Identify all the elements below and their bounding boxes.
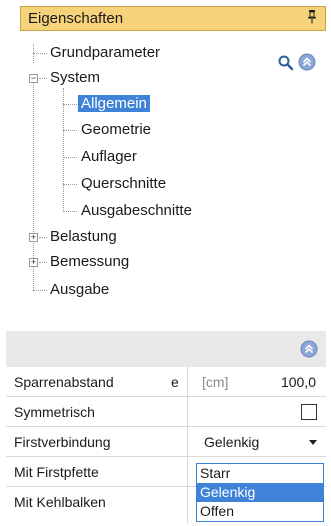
tree-item-label: Grundparameter (50, 44, 161, 61)
tree-item-label: Ausgabe (50, 281, 110, 298)
property-symbol: e (171, 374, 179, 390)
tree-expand-toggle-belastung[interactable]: + (29, 233, 38, 242)
tree-item-belastung[interactable]: Belastung (50, 226, 117, 248)
firstverbindung-combobox[interactable]: Gelenkig (196, 429, 324, 455)
property-value-input[interactable]: 100,0 (281, 367, 316, 397)
panel-title: Eigenschaften (28, 10, 124, 27)
tree-item-querschnitte[interactable]: Querschnitte (81, 173, 166, 195)
property-row-firstverbindung[interactable]: Firstverbindung Gelenkig (6, 427, 326, 457)
column-divider (187, 367, 188, 524)
property-label: Mit Kehlbalken (14, 494, 106, 510)
tree-item-label: Querschnitte (81, 175, 167, 192)
tree-item-label: System (50, 69, 101, 86)
dropdown-option-starr[interactable]: Starr (197, 464, 323, 483)
dropdown-option-offen[interactable]: Offen (197, 502, 323, 521)
property-label: Firstverbindung (14, 434, 111, 450)
tree-collapse-toggle-system[interactable]: − (29, 74, 38, 83)
tree-item-label: Bemessung (50, 253, 130, 270)
tree-item-label: Ausgabeschnitte (81, 202, 192, 219)
search-icon[interactable] (278, 55, 294, 71)
property-label: Mit Firstpfette (14, 464, 99, 480)
properties-panel-title-bar: Eigenschaften (20, 6, 326, 31)
tree-item-label: Geometrie (81, 121, 152, 138)
tree-item-auflager[interactable]: Auflager (81, 146, 137, 168)
tree-item-allgemein[interactable]: Allgemein (78, 93, 150, 115)
pin-icon[interactable] (307, 10, 317, 27)
tree-item-grundparameter[interactable]: Grundparameter (50, 42, 160, 64)
property-unit: [cm] (202, 374, 229, 390)
tree-expand-toggle-bemessung[interactable]: + (29, 258, 38, 267)
properties-grid-header (6, 331, 326, 367)
firstverbindung-dropdown-list[interactable]: Starr Gelenkig Offen (196, 463, 324, 522)
combobox-value: Gelenkig (204, 434, 260, 450)
property-label: Sparrenabstand (14, 374, 114, 390)
chevron-down-icon[interactable] (309, 440, 317, 445)
dropdown-option-gelenkig[interactable]: Gelenkig (197, 483, 323, 502)
collapse-up-icon[interactable] (300, 340, 318, 358)
property-label: Symmetrisch (14, 404, 95, 420)
tree-item-bemessung[interactable]: Bemessung (50, 251, 129, 273)
tree-item-ausgabeschnitte[interactable]: Ausgabeschnitte (81, 200, 192, 222)
tree-item-label: Auflager (81, 148, 137, 165)
property-row-symmetrisch[interactable]: Symmetrisch (6, 397, 326, 427)
symmetrisch-checkbox[interactable] (301, 404, 317, 420)
tree-item-ausgabe[interactable]: Ausgabe (50, 279, 109, 301)
tree-item-system[interactable]: System (50, 67, 100, 89)
tree-item-label: Belastung (50, 228, 117, 245)
tree-item-label-selected: Allgemein (78, 95, 150, 112)
tree-item-geometrie[interactable]: Geometrie (81, 119, 151, 141)
property-row-sparrenabstand[interactable]: Sparrenabstand e [cm] 100,0 (6, 367, 326, 397)
collapse-up-icon[interactable] (298, 53, 316, 71)
